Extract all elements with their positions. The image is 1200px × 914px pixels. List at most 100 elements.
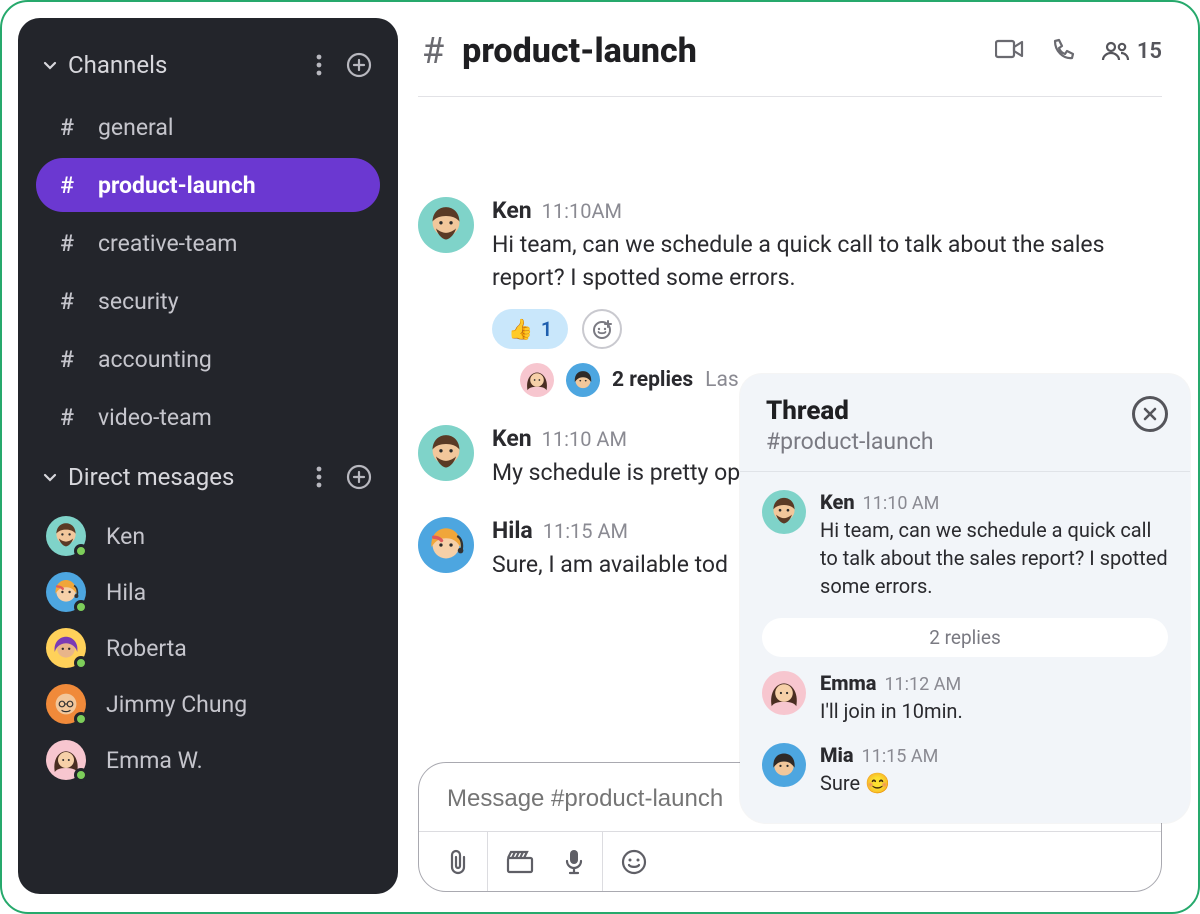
avatar [46, 628, 86, 668]
sidebar-channel-product-launch[interactable]: # product-launch [36, 158, 380, 212]
channels-section-header: Channels [36, 46, 380, 96]
presence-indicator [74, 768, 88, 782]
dm-label: Hila [106, 579, 146, 606]
avatar [762, 671, 806, 715]
channel-header: # product-launch 15 [418, 30, 1162, 97]
avatar [418, 197, 474, 253]
thread-reply: Mia 11:15 AM Sure 😊 [762, 743, 1168, 797]
channel-label: accounting [98, 346, 212, 373]
message-author: Ken [492, 425, 532, 452]
message-author: Ken [820, 490, 855, 514]
dm-label: Roberta [106, 635, 187, 662]
message-time: 11:15 AM [543, 519, 628, 543]
sidebar-channel-accounting[interactable]: # accounting [36, 332, 380, 386]
add-reaction-button[interactable] [582, 309, 622, 349]
message-time: 11:10 AM [542, 427, 627, 451]
reaction-emoji: 👍 [508, 317, 533, 341]
message-author: Hila [492, 517, 533, 544]
channel-label: creative-team [98, 230, 237, 257]
clapperboard-icon[interactable] [506, 850, 534, 874]
dm-item-roberta[interactable]: Roberta [36, 620, 380, 676]
sidebar-channel-general[interactable]: # general [36, 100, 380, 154]
channel-label: security [98, 288, 179, 315]
attachment-icon[interactable] [447, 849, 469, 875]
hash-icon: # [422, 30, 444, 72]
microphone-icon[interactable] [564, 848, 584, 876]
hash-icon: # [58, 114, 76, 141]
app-window: Channels # general # product-launch # cr… [0, 0, 1200, 914]
sidebar-channel-creative-team[interactable]: # creative-team [36, 216, 380, 270]
dm-section-title: Direct mesages [68, 463, 294, 491]
hash-icon: # [58, 230, 76, 257]
thread-subtitle: #product-launch [766, 428, 1132, 455]
sidebar-channel-video-team[interactable]: # video-team [36, 390, 380, 444]
video-call-icon[interactable] [995, 38, 1025, 64]
thread-reply: Emma 11:12 AM I'll join in 10min. [762, 671, 1168, 725]
dm-list: Ken Hila Roberta Jimmy Chung Emma W. [36, 508, 380, 788]
dm-item-ken[interactable]: Ken [36, 508, 380, 564]
hash-icon: # [58, 404, 76, 431]
presence-indicator [74, 656, 88, 670]
avatar [46, 516, 86, 556]
hash-icon: # [58, 288, 76, 315]
reaction-pill-thumbs-up[interactable]: 👍 1 [492, 309, 568, 349]
composer-toolbar [419, 831, 1161, 891]
sidebar: Channels # general # product-launch # cr… [18, 18, 398, 894]
hash-icon: # [58, 172, 76, 199]
thread-root-message: Ken 11:10 AM Hi team, can we schedule a … [762, 490, 1168, 600]
channel-label: video-team [98, 404, 212, 431]
message-text: Sure 😊 [820, 769, 1168, 797]
thread-replies-divider: 2 replies [762, 618, 1168, 657]
dm-item-emma-w[interactable]: Emma W. [36, 732, 380, 788]
channel-label: product-launch [98, 172, 256, 199]
message-text: I'll join in 10min. [820, 697, 1168, 725]
avatar [762, 490, 806, 534]
message-time: 11:12 AM [884, 674, 961, 695]
thread-replies-count: 2 replies [612, 368, 693, 392]
reactions-row: 👍 1 [492, 309, 1162, 349]
message-time: 11:15 AM [862, 746, 939, 767]
dm-more-icon[interactable] [304, 462, 334, 492]
message-body: Ken 11:10AM Hi team, can we schedule a q… [492, 197, 1162, 397]
thread-last-reply: Las [705, 368, 739, 392]
emoji-icon[interactable] [621, 849, 647, 875]
close-thread-button[interactable] [1132, 396, 1168, 432]
avatar [566, 363, 600, 397]
message-time: 11:10AM [542, 199, 622, 223]
avatar [46, 572, 86, 612]
avatar [418, 425, 474, 481]
sidebar-channel-security[interactable]: # security [36, 274, 380, 328]
thread-header: Thread #product-launch [740, 374, 1190, 472]
channels-more-icon[interactable] [304, 50, 334, 80]
avatar [46, 684, 86, 724]
presence-indicator [74, 544, 88, 558]
message-author: Emma [820, 671, 876, 695]
message-time: 11:10 AM [863, 493, 940, 514]
channel-label: general [98, 114, 173, 141]
dm-item-hila[interactable]: Hila [36, 564, 380, 620]
dm-item-jimmy-chung[interactable]: Jimmy Chung [36, 676, 380, 732]
message-text: Hi team, can we schedule a quick call to… [492, 228, 1162, 295]
chevron-down-icon[interactable] [42, 469, 58, 485]
channel-list: # general # product-launch # creative-te… [36, 100, 380, 444]
dm-label: Emma W. [106, 747, 203, 774]
avatar [520, 363, 554, 397]
add-channel-icon[interactable] [344, 50, 374, 80]
dm-label: Jimmy Chung [106, 691, 247, 718]
member-count[interactable]: 15 [1101, 39, 1162, 64]
thread-panel: Thread #product-launch Ken 11:10 AM Hi t… [740, 374, 1190, 823]
chevron-down-icon[interactable] [42, 57, 58, 73]
phone-call-icon[interactable] [1051, 37, 1075, 65]
dm-section-header: Direct mesages [36, 448, 380, 508]
avatar [46, 740, 86, 780]
header-actions: 15 [995, 37, 1162, 65]
member-count-value: 15 [1137, 39, 1162, 64]
message: Ken 11:10AM Hi team, can we schedule a q… [418, 197, 1162, 397]
presence-indicator [74, 600, 88, 614]
dm-label: Ken [106, 523, 145, 550]
message-author: Ken [492, 197, 532, 224]
channels-section-title: Channels [68, 51, 294, 79]
hash-icon: # [58, 346, 76, 373]
add-dm-icon[interactable] [344, 462, 374, 492]
avatar [418, 517, 474, 573]
